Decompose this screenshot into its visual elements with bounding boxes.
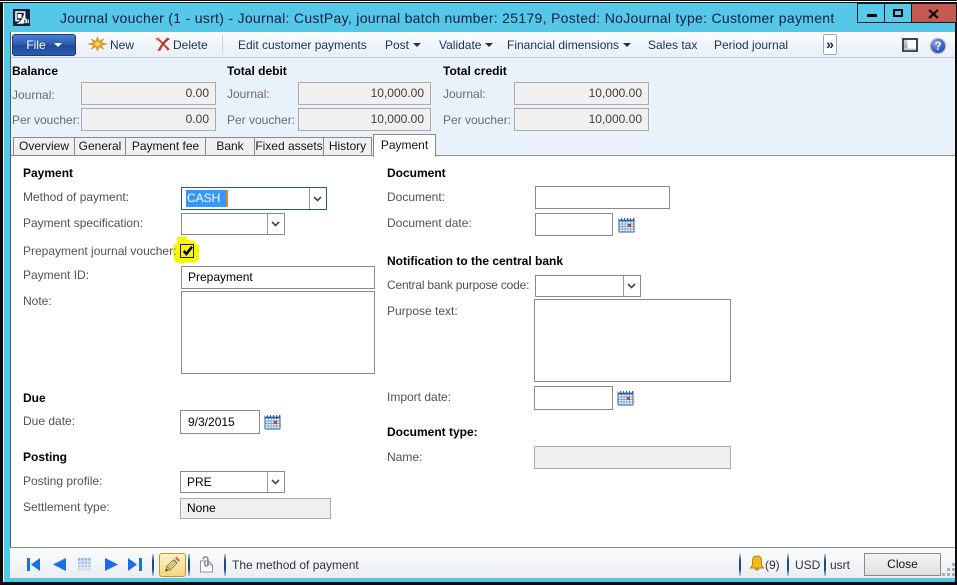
svg-text:?: ? — [934, 41, 941, 53]
